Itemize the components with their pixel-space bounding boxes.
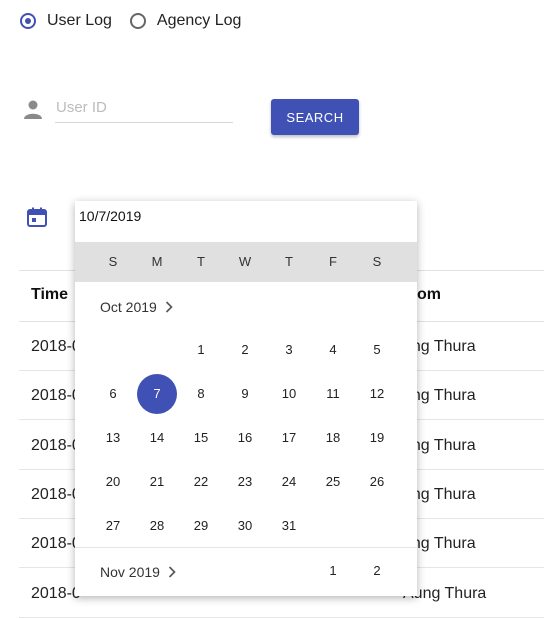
log-type-radio-group: User Log Agency Log [20,12,259,30]
date-input[interactable] [75,201,189,224]
weekday-header: SMTWTFS [75,242,417,282]
weekday-label: F [329,254,337,269]
calendar-day[interactable]: 26 [357,462,397,502]
weekday-label: T [197,254,205,269]
calendar-day[interactable]: 27 [93,506,133,546]
calendar-day[interactable]: 30 [225,506,265,546]
weekday-label: T [285,254,293,269]
calendar-day[interactable]: 16 [225,418,265,458]
calendar-icon[interactable] [27,207,47,227]
cell-time: 2018-0 [31,436,81,454]
month-label[interactable]: Oct 2019 [100,299,173,315]
date-picker-popup: SMTWTFS Oct 2019 12345678910111213141516… [75,201,417,596]
calendar-day[interactable]: 11 [313,374,353,414]
cell-time: 2018-0 [31,338,81,355]
agency-log-label: Agency Log [156,12,242,29]
weekday-label: W [238,254,252,269]
user-id-input[interactable] [55,96,234,116]
user-log-label: User Log [47,12,112,29]
user-log-radio[interactable]: User Log [20,12,112,30]
calendar-day[interactable]: 1 [181,330,221,370]
calendar-day[interactable]: 2 [225,330,265,370]
calendar-day[interactable]: 28 [137,506,177,546]
person-icon [24,100,42,119]
search-button[interactable]: SEARCH [271,99,359,135]
radio-selected-icon[interactable] [20,13,36,29]
weekday-label: S [372,254,382,269]
month-label-text: Oct 2019 [100,299,157,315]
selected-day[interactable]: 7 [137,374,177,414]
calendar-day[interactable]: 22 [181,462,221,502]
calendar-day[interactable]: 1 [313,551,353,591]
calendar-day[interactable]: 10 [269,374,309,414]
calendar-day[interactable]: 14 [137,418,177,458]
calendar-day[interactable]: 21 [137,462,177,502]
calendar-day[interactable]: 25 [313,462,353,502]
weekday-label: M [151,254,163,269]
calendar-day[interactable]: 20 [93,462,133,502]
calendar-day[interactable]: 15 [181,418,221,458]
calendar-day[interactable]: 2 [357,551,397,591]
calendar-day[interactable]: 31 [269,506,309,546]
next-month-label[interactable]: Nov 2019 [100,564,176,580]
calendar-day[interactable]: 29 [181,506,221,546]
chevron-right-icon [168,566,176,578]
cell-time: 2018-0 [31,387,81,405]
header-time: Time [31,286,69,303]
calendar-day[interactable]: 9 [225,374,265,414]
header-from: om [417,286,441,303]
calendar-day[interactable]: 24 [269,462,309,502]
chevron-right-icon [165,301,173,313]
calendar-day[interactable]: 6 [93,374,133,414]
calendar-day[interactable]: 19 [357,418,397,458]
month-divider [75,547,417,548]
agency-log-radio[interactable]: Agency Log [129,12,242,30]
calendar-day[interactable]: 17 [269,418,309,458]
calendar-day[interactable]: 4 [313,330,353,370]
radio-unselected-icon[interactable] [129,13,146,29]
weekday-label: S [108,254,118,269]
next-month-label-text: Nov 2019 [100,564,160,580]
calendar-day[interactable]: 3 [269,330,309,370]
calendar-day[interactable]: 23 [225,462,265,502]
user-id-field[interactable] [55,96,234,123]
calendar-day[interactable]: 13 [93,418,133,458]
cell-time: 2018-0 [31,535,81,553]
cell-time: 2018-0 [31,485,81,503]
cell-time: 2018-0 [31,584,81,602]
calendar-day[interactable]: 18 [313,418,353,458]
calendar-day[interactable]: 5 [357,330,397,370]
calendar-day[interactable]: 12 [357,374,397,414]
calendar-day[interactable]: 8 [181,374,221,414]
date-field[interactable] [75,201,195,231]
